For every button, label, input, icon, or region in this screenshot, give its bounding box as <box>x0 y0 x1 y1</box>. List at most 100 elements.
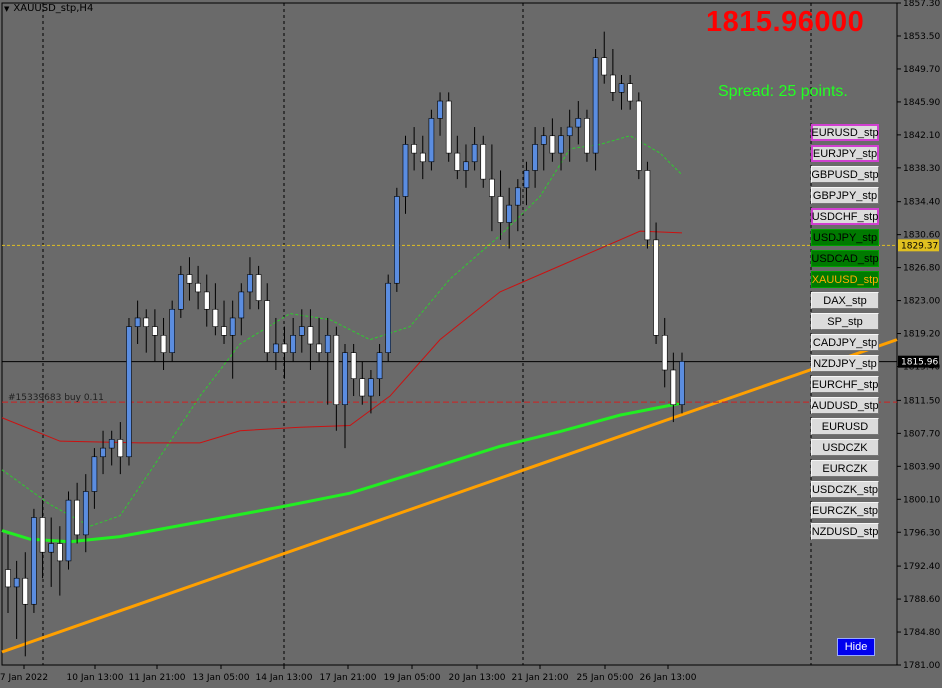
candle-bull <box>169 308 175 353</box>
symbol-button-eurusd-stp[interactable]: EURUSD_stp <box>811 124 879 141</box>
candle-bull <box>100 447 106 458</box>
candle-bear <box>39 517 46 553</box>
candle-bull <box>342 352 348 406</box>
candle-bull <box>532 144 538 171</box>
candle-bull <box>134 317 141 327</box>
candle-bear <box>212 308 219 327</box>
candle-bear <box>195 282 201 293</box>
candle-bull <box>368 378 374 397</box>
x-tick-label: 20 Jan 13:00 <box>449 673 506 683</box>
candle-bear <box>22 577 29 605</box>
symbol-button-eurczk[interactable]: EURCZK <box>811 460 879 477</box>
candle-bear <box>5 569 11 588</box>
symbol-button-usdczk-stp[interactable]: USDCZK_stp <box>811 481 879 498</box>
x-tick-label: 21 Jan 21:00 <box>512 673 569 683</box>
candle-bear <box>281 343 288 353</box>
y-tick-label: 1842.10 <box>903 131 940 141</box>
candle-bull <box>376 352 383 379</box>
candle-bear <box>480 144 487 180</box>
candle-bear <box>57 543 63 562</box>
candle-bull <box>592 57 599 154</box>
candle-bull <box>229 317 236 336</box>
symbol-button-dax-stp[interactable]: DAX_stp <box>811 292 879 309</box>
trendline[interactable] <box>1 338 898 654</box>
candle-bull <box>463 161 469 171</box>
candle-bear <box>670 369 677 406</box>
candle-bear <box>255 274 262 301</box>
candle-bear <box>350 352 357 379</box>
symbol-button-nzdjpy-stp[interactable]: NZDJPY_stp <box>811 355 879 372</box>
symbol-button-eurchf-stp[interactable]: EURCHF_stp <box>811 376 879 393</box>
y-tick-label: 1803.90 <box>903 462 940 472</box>
candle-bear <box>186 274 193 284</box>
candle-bear <box>627 83 633 102</box>
candle-bear <box>203 291 210 310</box>
candle-bull <box>126 326 132 458</box>
x-tick-label: 11 Jan 21:00 <box>129 673 186 683</box>
candle-bear <box>445 100 452 154</box>
candle-bear <box>333 335 340 406</box>
candle-bull <box>91 456 98 492</box>
moving-average-fast <box>1 135 683 527</box>
symbol-button-sp-stp[interactable]: SP_stp <box>811 313 879 330</box>
candle-bear <box>74 499 80 536</box>
candle-bull <box>394 196 400 284</box>
x-tick-label: 7 Jan 2022 <box>0 673 48 683</box>
x-tick-label: 19 Jan 05:00 <box>384 673 441 683</box>
candle-bull <box>385 282 392 353</box>
dropdown-triangle-icon[interactable]: ▼ <box>4 5 9 13</box>
candle-bear <box>359 378 366 397</box>
candle-bull <box>31 517 37 605</box>
candle-bull <box>324 335 331 353</box>
candle-bull <box>48 543 55 553</box>
moving-average-slow <box>1 401 683 544</box>
candle-bear <box>160 335 167 353</box>
x-tick-label: 10 Jan 13:00 <box>67 673 124 683</box>
chart-area[interactable]: 1857.30 1853.50 1849.70 1845.90 1842.10 1838.… <box>0 0 942 688</box>
y-tick-label: 1781.00 <box>903 661 940 671</box>
y-tick-label: 1819.20 <box>903 330 940 340</box>
candle-bear <box>489 178 495 197</box>
candle-bull <box>402 144 409 197</box>
candle-bull <box>523 170 530 189</box>
chart-title: ▼ XAUUSD_stp,H4 <box>4 3 93 14</box>
symbol-button-usdcad-stp[interactable]: USDCAD_stp <box>811 250 879 267</box>
candle-bull <box>540 135 547 145</box>
candle-bull <box>65 499 72 562</box>
candle-bear <box>601 57 608 76</box>
symbol-button-xauusd-stp[interactable]: XAUUSD_stp <box>811 271 879 288</box>
symbol-button-eurusd[interactable]: EURUSD <box>811 418 879 435</box>
candle-bull <box>575 118 582 128</box>
symbol-button-cadjpy-stp[interactable]: CADJPY_stp <box>811 334 879 351</box>
candle-bear <box>316 343 322 353</box>
symbol-button-audusd-stp[interactable]: AUDUSD_stp <box>811 397 879 414</box>
y-tick-label: 1823.00 <box>903 297 940 307</box>
hide-button[interactable]: Hide <box>837 638 875 656</box>
y-tick-label: 1849.70 <box>903 65 940 75</box>
symbol-button-eurczk-stp[interactable]: EURCZK_stp <box>811 502 879 519</box>
price-chart[interactable]: 1857.30 1853.50 1849.70 1845.90 1842.10 1838.… <box>0 0 942 688</box>
y-tick-label: 1838.30 <box>903 164 940 174</box>
candle-bull <box>13 577 20 588</box>
symbol-button-nzdusd-stp[interactable]: NZDUSD_stp <box>811 523 879 540</box>
symbol-button-gbpjpy-stp[interactable]: GBPJPY_stp <box>811 187 879 204</box>
candle-bear <box>549 135 556 154</box>
y-tick-label: 1826.80 <box>903 264 940 274</box>
symbol-button-usdjpy-stp[interactable]: USDJPY_stp <box>811 229 879 246</box>
candle-bull <box>471 144 478 163</box>
symbol-button-usdchf-stp[interactable]: USDCHF_stp <box>811 208 879 225</box>
candle-bear <box>221 326 227 336</box>
candle-bear <box>143 317 150 327</box>
symbol-button-gbpusd-stp[interactable]: GBPUSD_stp <box>811 166 879 183</box>
symbol-button-usdczk[interactable]: USDCZK <box>811 439 879 456</box>
candle-bear <box>419 152 426 163</box>
candle-bear <box>644 170 651 241</box>
bid-price-tag-label: 1829.37 <box>901 241 938 251</box>
x-tick-label: 13 Jan 05:00 <box>193 673 250 683</box>
candle-bear <box>411 144 417 154</box>
candle-bull <box>515 187 521 206</box>
symbol-button-eurjpy-stp[interactable]: EURJPY_stp <box>811 145 879 162</box>
x-tick-label: 26 Jan 13:00 <box>640 673 697 683</box>
candle-bull <box>290 335 296 353</box>
y-tick-label: 1807.70 <box>903 429 940 439</box>
